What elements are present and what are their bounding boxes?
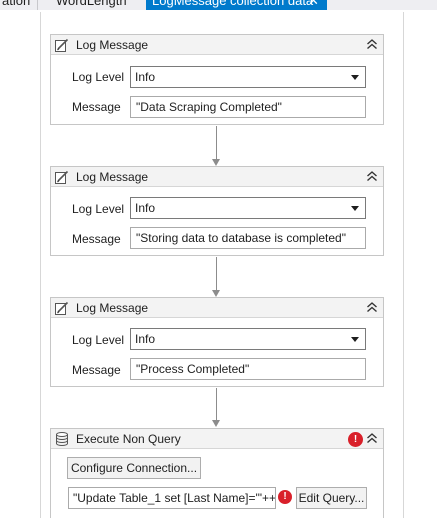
activity-title: Execute Non Query	[76, 432, 181, 446]
log-message-activity-1[interactable]: Log Message Log Level Info Message "Data…	[50, 34, 384, 125]
log-level-label: Log Level	[72, 333, 125, 347]
message-input[interactable]: "Data Scraping Completed"	[130, 96, 366, 118]
activity-header[interactable]: Log Message	[51, 298, 383, 318]
tab-label: ation	[2, 0, 31, 8]
document-tab-strip: ation WordLength LogMessage collection d…	[0, 0, 437, 10]
database-icon	[56, 432, 68, 446]
message-label: Message	[72, 363, 121, 377]
flow-connector	[216, 126, 217, 159]
tab-label: WordLength	[56, 0, 127, 8]
log-level-value: Info	[135, 70, 156, 84]
dropdown-arrow-icon[interactable]	[351, 206, 359, 211]
log-level-select[interactable]: Info	[130, 66, 366, 88]
log-message-icon	[55, 170, 69, 184]
message-label: Message	[72, 232, 121, 246]
log-level-label: Log Level	[72, 202, 125, 216]
flow-connector	[216, 257, 217, 290]
flow-arrow-icon	[212, 290, 220, 297]
tab-logmessage-collection-data[interactable]: LogMessage collection data ✕	[146, 0, 327, 10]
activity-header[interactable]: Log Message	[51, 167, 383, 187]
activity-header[interactable]: Execute Non Query !	[51, 429, 383, 449]
tab-ation[interactable]: ation	[0, 0, 36, 10]
message-input[interactable]: "Process Completed"	[130, 358, 366, 380]
log-level-value: Info	[135, 332, 156, 346]
error-icon[interactable]: !	[348, 432, 363, 447]
message-label: Message	[72, 100, 121, 114]
flow-connector	[216, 388, 217, 420]
flow-arrow-icon	[212, 420, 220, 427]
flow-arrow-icon	[212, 159, 220, 166]
log-message-icon	[55, 301, 69, 315]
log-level-label: Log Level	[72, 70, 125, 84]
collapse-chevron-icon[interactable]	[366, 37, 378, 51]
log-level-select[interactable]: Info	[130, 197, 366, 219]
tab-wordlength[interactable]: WordLength	[37, 0, 145, 10]
message-input[interactable]: "Storing data to database is completed"	[130, 227, 366, 249]
collapse-chevron-icon[interactable]	[366, 431, 378, 445]
sql-query-input[interactable]: "Update Table_1 set [Last Name]='"++	[68, 487, 276, 509]
execute-non-query-activity[interactable]: Execute Non Query ! Configure Connection…	[50, 428, 384, 518]
activity-title: Log Message	[76, 38, 149, 52]
activity-header[interactable]: Log Message	[51, 35, 383, 55]
activity-title: Log Message	[76, 301, 149, 315]
edit-query-button[interactable]: Edit Query...	[296, 487, 367, 509]
log-message-activity-3[interactable]: Log Message Log Level Info Message "Proc…	[50, 297, 384, 387]
activity-title: Log Message	[76, 170, 149, 184]
configure-connection-button[interactable]: Configure Connection...	[67, 457, 201, 479]
log-message-activity-2[interactable]: Log Message Log Level Info Message "Stor…	[50, 166, 384, 256]
log-message-icon	[55, 38, 69, 52]
log-level-value: Info	[135, 201, 156, 215]
collapse-chevron-icon[interactable]	[366, 169, 378, 183]
tab-label: LogMessage collection data	[152, 0, 314, 8]
error-icon[interactable]: !	[278, 490, 292, 504]
dropdown-arrow-icon[interactable]	[351, 337, 359, 342]
close-icon[interactable]: ✕	[308, 0, 319, 10]
collapse-chevron-icon[interactable]	[366, 300, 378, 314]
log-level-select[interactable]: Info	[130, 328, 366, 350]
dropdown-arrow-icon[interactable]	[351, 75, 359, 80]
